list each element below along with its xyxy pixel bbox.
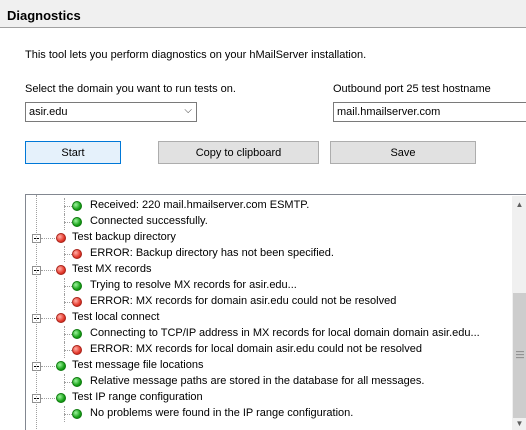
- success-status-icon: [72, 329, 82, 339]
- success-status-icon: [56, 393, 66, 403]
- tree-item-label: Relative message paths are stored in the…: [90, 375, 425, 387]
- tree-line: [41, 398, 55, 399]
- copy-to-clipboard-button[interactable]: Copy to clipboard: [158, 141, 319, 164]
- error-status-icon: [56, 313, 66, 323]
- tree-item-label: Received: 220 mail.hmailserver.com ESMTP…: [90, 199, 310, 211]
- success-status-icon: [72, 217, 82, 227]
- tree-item-label: ERROR: Backup directory has not been spe…: [90, 247, 334, 259]
- tree-item-label: ERROR: MX records for local domain asir.…: [90, 343, 422, 355]
- tree-item-label: Test message file locations: [72, 359, 204, 371]
- tree-node[interactable]: Test local connect: [26, 310, 486, 326]
- error-status-icon: [56, 265, 66, 275]
- tree-item-label: Trying to resolve MX records for asir.ed…: [90, 279, 297, 291]
- tree-item-label: Connecting to TCP/IP address in MX recor…: [90, 327, 480, 339]
- save-button[interactable]: Save: [330, 141, 476, 164]
- success-status-icon: [72, 201, 82, 211]
- tree-item-label: No problems were found in the IP range c…: [90, 407, 354, 419]
- tree-item-label: Test IP range configuration: [72, 391, 203, 403]
- tree-item-label: Test backup directory: [72, 231, 176, 243]
- vertical-scrollbar[interactable]: ▲ — — — ▼: [512, 196, 526, 430]
- success-status-icon: [56, 361, 66, 371]
- page-title: Diagnostics: [7, 8, 81, 23]
- tree-item[interactable]: Connected successfully.: [26, 214, 486, 230]
- tree-item-label: Connected successfully.: [90, 215, 208, 227]
- start-button[interactable]: Start: [25, 141, 121, 164]
- tree-item[interactable]: Connecting to TCP/IP address in MX recor…: [26, 326, 486, 342]
- tree-line: [64, 414, 72, 415]
- scroll-up-icon[interactable]: ▲: [512, 197, 526, 212]
- grip-icon: — — —: [516, 347, 524, 362]
- domain-select-value: asir.edu: [29, 106, 68, 118]
- outbound-hostname-input[interactable]: mail.hmailserver.com: [333, 102, 526, 122]
- domain-label: Select the domain you want to run tests …: [25, 83, 236, 95]
- tree-line: [36, 195, 37, 430]
- tree-item[interactable]: Received: 220 mail.hmailserver.com ESMTP…: [26, 198, 486, 214]
- diagnostics-header: Diagnostics: [0, 0, 526, 28]
- tree-line: [41, 270, 55, 271]
- tree-item-label: ERROR: MX records for domain asir.edu co…: [90, 295, 397, 307]
- tree-line: [64, 254, 72, 255]
- error-status-icon: [72, 297, 82, 307]
- tree-line: [64, 302, 72, 303]
- tree-line: [64, 350, 72, 351]
- tree-line: [41, 238, 55, 239]
- tree-line: [41, 366, 55, 367]
- scrollbar-thumb[interactable]: — — —: [513, 293, 526, 418]
- results-tree[interactable]: Received: 220 mail.hmailserver.com ESMTP…: [25, 194, 526, 430]
- error-status-icon: [56, 233, 66, 243]
- tree-item-label: Test MX records: [72, 263, 152, 275]
- outbound-label: Outbound port 25 test hostname: [333, 83, 491, 95]
- tree-line: [64, 206, 72, 207]
- tree-item[interactable]: ERROR: Backup directory has not been spe…: [26, 246, 486, 262]
- tree-item-label: Test local connect: [72, 311, 160, 323]
- success-status-icon: [72, 281, 82, 291]
- tree-line: [64, 334, 72, 335]
- error-status-icon: [72, 345, 82, 355]
- tree-line: [64, 382, 72, 383]
- tree-item[interactable]: ERROR: MX records for domain asir.edu co…: [26, 294, 486, 310]
- tree-node[interactable]: Test backup directory: [26, 230, 486, 246]
- chevron-down-icon[interactable]: ⌵: [184, 105, 192, 116]
- tree-item[interactable]: Relative message paths are stored in the…: [26, 374, 486, 390]
- tree-node[interactable]: Test message file locations: [26, 358, 486, 374]
- intro-text: This tool lets you perform diagnostics o…: [25, 49, 367, 61]
- tree-line: [64, 286, 72, 287]
- success-status-icon: [72, 377, 82, 387]
- tree-line: [64, 222, 72, 223]
- tree-line: [41, 318, 55, 319]
- tree-item[interactable]: ERROR: MX records for local domain asir.…: [26, 342, 486, 358]
- tree-item[interactable]: Trying to resolve MX records for asir.ed…: [26, 278, 486, 294]
- tree-node[interactable]: Test MX records: [26, 262, 486, 278]
- domain-select[interactable]: asir.edu ⌵: [25, 102, 197, 122]
- tree-item[interactable]: No problems were found in the IP range c…: [26, 406, 486, 422]
- scroll-down-icon[interactable]: ▼: [512, 416, 526, 430]
- success-status-icon: [72, 409, 82, 419]
- outbound-hostname-value: mail.hmailserver.com: [337, 106, 441, 118]
- tree-node[interactable]: Test IP range configuration: [26, 390, 486, 406]
- error-status-icon: [72, 249, 82, 259]
